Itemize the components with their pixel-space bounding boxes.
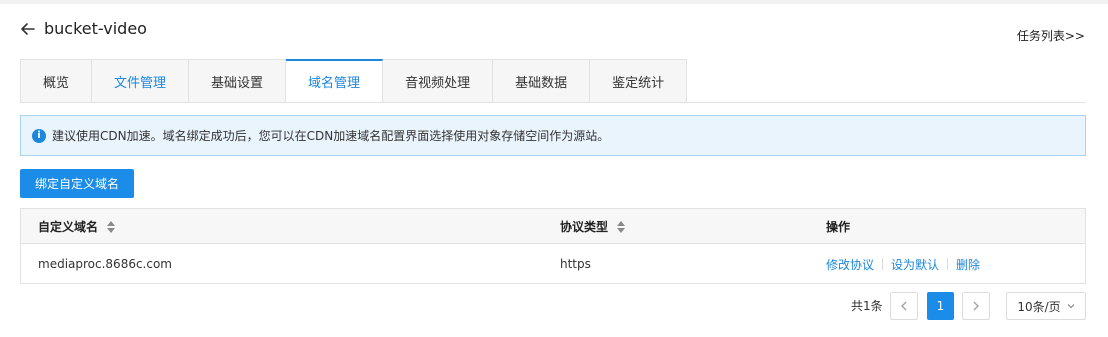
bind-custom-domain-button[interactable]: 绑定自定义域名 [20,169,134,198]
cell-domain: mediaproc.8686c.com [38,257,172,271]
column-protocol-label: 协议类型 [560,220,609,234]
info-icon: i [32,128,46,143]
column-domain-label: 自定义域名 [38,220,99,234]
tab-basic-data[interactable]: 基础数据 [493,59,591,103]
tab-bar: 概览 文件管理 基础设置 域名管理 音视频处理 基础数据 鉴定统计 [20,59,688,103]
column-header-operations: 操作 [826,209,850,244]
cell-operations: 修改协议 设为默认 删除 [826,244,980,284]
page-size-select[interactable]: 10条/页 [1006,292,1086,320]
pagination-total: 共1条 [851,299,883,313]
notice-text: 建议使用CDN加速。域名绑定成功后，您可以在CDN加速域名配置界面选择使用对象存… [52,129,610,143]
modify-protocol-link[interactable]: 修改协议 [826,256,874,273]
op-divider [882,258,884,270]
domain-table: 自定义域名 协议类型 操作 mediaproc.8686c.com https … [20,208,1086,284]
chevron-left-icon [901,301,907,311]
back-arrow-icon[interactable] [19,20,37,38]
info-notice: i 建议使用CDN加速。域名绑定成功后，您可以在CDN加速域名配置界面选择使用对… [20,115,1086,156]
page-title: bucket-video [44,19,147,38]
table-row: mediaproc.8686c.com https 修改协议 设为默认 删除 [21,244,1085,284]
next-page-button[interactable] [962,292,990,320]
page-size-value: 10条/页 [1017,299,1061,314]
task-list-link[interactable]: 任务列表>> [1017,29,1085,43]
delete-link[interactable]: 删除 [956,256,980,273]
column-header-domain[interactable]: 自定义域名 [38,209,116,244]
column-operations-label: 操作 [826,220,851,234]
tab-file-management[interactable]: 文件管理 [92,59,190,103]
tab-basic-settings[interactable]: 基础设置 [189,59,287,103]
set-default-link[interactable]: 设为默认 [891,256,939,273]
prev-page-button[interactable] [890,292,918,320]
tab-media-processing[interactable]: 音视频处理 [383,59,494,103]
tab-domain-management[interactable]: 域名管理 [286,59,384,103]
column-header-protocol[interactable]: 协议类型 [560,209,626,244]
tabs-divider [20,102,1086,103]
tab-overview[interactable]: 概览 [20,59,93,103]
sort-icon[interactable] [616,220,626,234]
tab-appraisal-stats[interactable]: 鉴定统计 [590,59,688,103]
cell-protocol: https [560,257,591,271]
sort-icon[interactable] [106,220,116,234]
top-strip [0,0,1108,4]
chevron-down-icon [1067,304,1075,309]
op-divider [947,258,949,270]
table-header: 自定义域名 协议类型 操作 [21,209,1085,244]
page-1-button[interactable]: 1 [927,292,954,320]
chevron-right-icon [973,301,979,311]
